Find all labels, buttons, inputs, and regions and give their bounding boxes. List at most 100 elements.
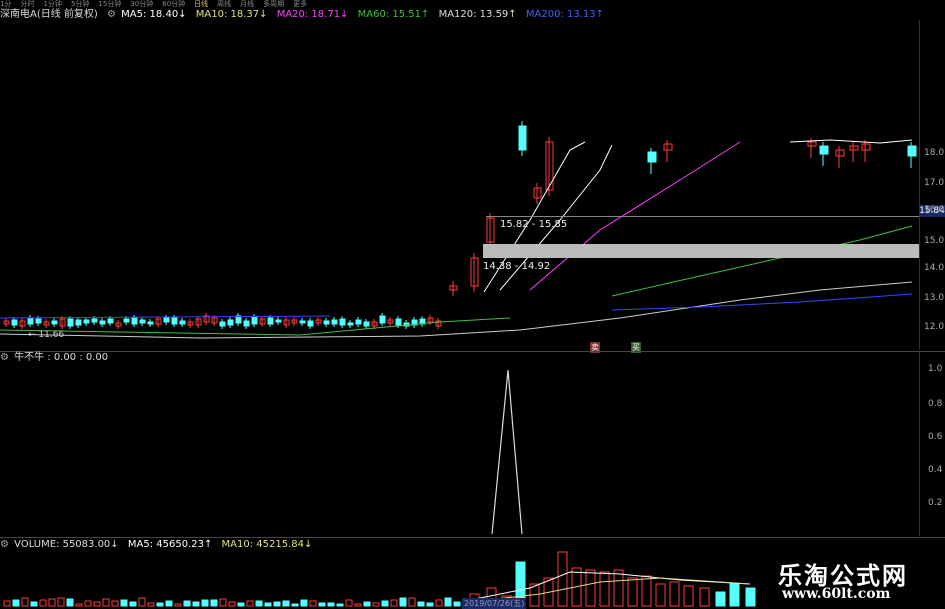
candle-body [131,317,138,325]
indicator-legend: ⚙ 牛不牛 : 0.00 : 0.00 [0,352,114,364]
volume-bar [683,585,694,607]
volume-bar [39,599,47,607]
range-band [483,244,919,258]
volume-bar [300,599,308,607]
candle-body [107,318,114,324]
volume-bar [613,569,624,607]
volume-bar [655,583,666,607]
candle-body [267,317,274,325]
range-high-label: 15.82 - 15.85 [500,219,568,230]
candle-body [849,145,859,151]
volume-bar [183,600,191,607]
main-axis-line [919,20,920,350]
volume-bar [3,600,11,607]
volume-bar [408,597,416,607]
volume-bar [715,591,726,607]
volume-divider [0,537,945,538]
candle-body [807,141,817,147]
candle-body [163,317,170,323]
volume-bar [120,599,128,607]
volume-bar [291,603,299,607]
price-tick: 12.0 [924,322,945,332]
volume-bar [210,599,218,607]
volume-bar [201,599,209,607]
volume-bar [585,569,596,607]
candle-body [219,321,226,327]
volume-bar [390,599,398,607]
candle-body [819,145,829,155]
volume-bar [156,602,164,607]
volume-bar [381,600,389,607]
volume-bar [571,567,582,607]
candlestick-chart[interactable] [0,0,919,350]
volume-bar [237,602,245,607]
candle-body [275,319,282,323]
candle-body [139,319,146,324]
volume-bar [84,600,92,607]
volume-bar [264,602,272,607]
candle-body [83,319,90,324]
candle-body [323,320,330,325]
volume-ma5-label: MA5: 45650.23↑ [127,539,213,550]
candle-body [227,319,234,326]
gear-icon[interactable]: ⚙ [0,352,9,363]
volume-bar [729,583,740,607]
volume-bar [93,601,101,607]
volume-bar [255,600,263,607]
candle-body [27,317,34,325]
candle-body [179,320,186,325]
volume-bar [399,597,407,607]
candle-body [663,143,673,151]
candle-body [91,318,98,323]
candle-body [861,143,871,151]
candle-body [518,125,527,151]
low-price-label: ← 11.66 [28,330,65,340]
volume-bar [219,598,227,607]
volume-bar [363,601,371,607]
volume-bar [246,600,254,607]
indicator-tick: 0.2 [928,498,943,508]
candle-body [379,315,386,324]
volume-bar [529,583,540,607]
date-cursor-label: 2019/07/26(五) [462,598,527,609]
volume-bar [21,597,29,607]
candle-body [907,145,917,157]
candle-body [123,318,130,323]
candle-body [35,318,42,324]
range-low-label: 14.38 - 14.92 [483,261,551,272]
indicator-tick: 1.0 [928,364,943,374]
volume-bar [699,587,710,607]
price-tick: 14.0 [924,263,945,273]
volume-bar [12,599,20,607]
price-tick: 17.0 [924,178,945,188]
volume-bar [453,601,461,607]
candle-body [147,321,154,325]
indicator-divider [0,351,945,352]
volume-bar [417,601,425,607]
volume-bar [745,587,756,607]
indicator-label: 牛不牛 : 0.00 : 0.00 [14,352,109,363]
volume-bar [282,600,290,607]
candle-body [307,320,314,327]
volume-bar [444,597,452,607]
volume-bar [111,600,119,607]
volume-bar [102,598,110,607]
price-tick: 15.0 [924,236,945,246]
candle-body [51,320,58,325]
volume-bar [354,603,362,607]
indicator-axis-line [919,352,920,536]
gear-icon[interactable]: ⚙ [0,539,9,550]
volume-bar [30,601,38,607]
volume-bar [165,600,173,607]
price-tick: 13.0 [924,293,945,303]
price-tick: 16.0 [924,205,945,215]
volume-bar [138,597,146,607]
candle-body [67,318,74,327]
volume-bar [435,599,443,607]
volume-bar [273,601,281,607]
volume-bar [345,599,353,607]
candle-body [835,149,845,157]
candle-body [99,320,106,325]
indicator-tick: 0.8 [928,399,943,409]
range-high-line [486,216,919,217]
